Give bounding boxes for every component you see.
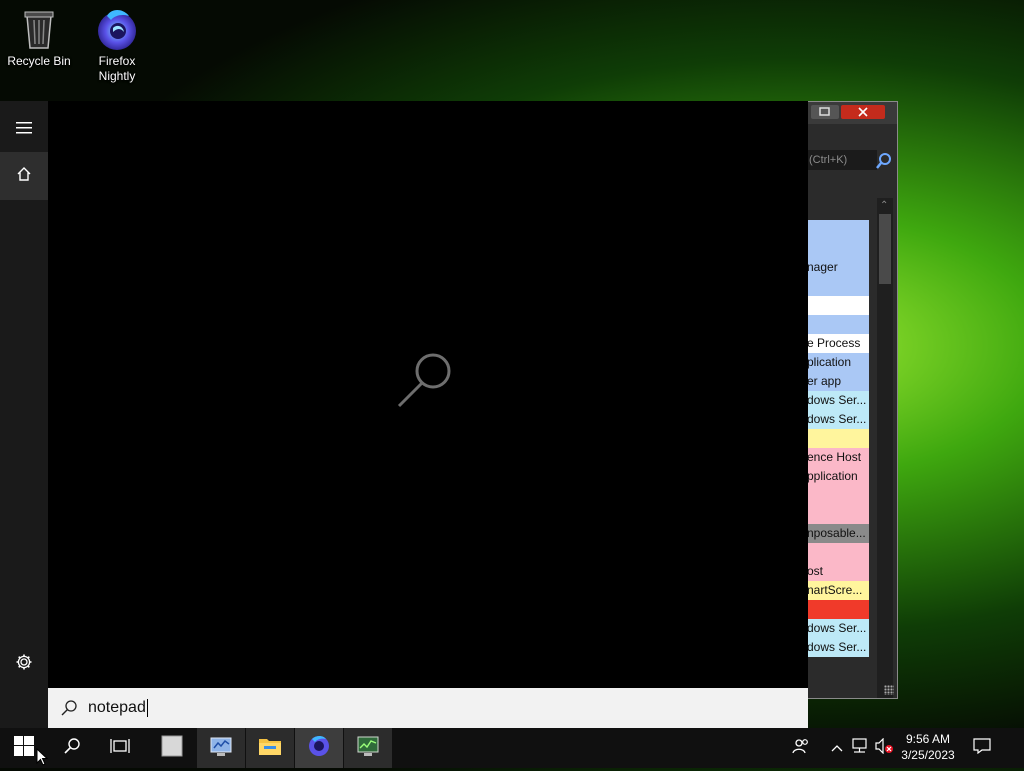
hamburger-menu-icon[interactable]: [0, 104, 48, 152]
start-left-rail: [0, 101, 48, 728]
network-button[interactable]: [848, 728, 872, 768]
task-manager-window[interactable]: (Ctrl+K) nager e Process plication er app do…: [806, 101, 898, 699]
folder-icon: [258, 736, 282, 761]
notification-icon: [973, 737, 991, 759]
performance-monitor-icon: [356, 735, 380, 762]
process-row[interactable]: [807, 543, 869, 562]
scroll-up-arrow-icon[interactable]: ⌃: [880, 200, 888, 211]
search-input[interactable]: notepad: [88, 688, 148, 728]
process-row[interactable]: [807, 429, 869, 448]
task-view-button[interactable]: [96, 728, 144, 768]
desktop-icon-firefox-nightly[interactable]: Firefox Nightly: [81, 6, 153, 84]
desktop-icon-recycle-bin[interactable]: Recycle Bin: [3, 6, 75, 69]
process-row[interactable]: [807, 315, 869, 334]
process-row[interactable]: pplication: [807, 467, 869, 486]
process-row[interactable]: dows Ser...: [807, 391, 869, 410]
windows-logo-icon: [14, 735, 34, 761]
process-row[interactable]: nager: [807, 258, 869, 277]
process-row[interactable]: [807, 239, 869, 258]
taskbar-app-file-explorer[interactable]: [246, 728, 294, 768]
taskbar-app-performance-monitor[interactable]: [344, 728, 392, 768]
search-magnifier-icon: [396, 347, 460, 411]
process-row[interactable]: plication: [807, 353, 869, 372]
taskbar-search-button[interactable]: [48, 728, 96, 768]
close-button[interactable]: [841, 105, 885, 119]
process-row[interactable]: nartScre...: [807, 581, 869, 600]
network-icon: [851, 737, 869, 759]
vertical-scrollbar[interactable]: ⌃ ⌄: [877, 198, 893, 698]
taskbar-app-task-manager[interactable]: [197, 728, 245, 768]
start-search-box[interactable]: notepad: [48, 688, 808, 728]
recycle-bin-icon: [15, 6, 63, 52]
people-icon: [792, 737, 810, 760]
process-row[interactable]: [807, 220, 869, 239]
process-row[interactable]: dows Ser...: [807, 638, 869, 657]
process-row[interactable]: dows Ser...: [807, 619, 869, 638]
start-search-panel: [0, 101, 808, 728]
taskbar-app-firefox-nightly[interactable]: [295, 728, 343, 768]
text-caret: [146, 698, 148, 717]
chevron-up-icon: [831, 739, 843, 757]
process-row[interactable]: dows Ser...: [807, 410, 869, 429]
task-manager-icon: [209, 735, 233, 762]
home-button[interactable]: [0, 152, 48, 200]
taskbar-clock[interactable]: 9:56 AM 3/25/2023: [897, 731, 959, 763]
process-row[interactable]: [807, 505, 869, 524]
people-button[interactable]: [789, 728, 813, 768]
firefox-nightly-label: Firefox Nightly: [98, 54, 136, 83]
maximize-button[interactable]: [811, 105, 839, 119]
process-row[interactable]: er app: [807, 372, 869, 391]
task-view-icon: [110, 737, 130, 760]
process-row[interactable]: [807, 600, 869, 619]
process-row[interactable]: ost: [807, 562, 869, 581]
volume-muted-icon: [874, 737, 894, 759]
process-row[interactable]: e Process: [807, 334, 869, 353]
volume-button[interactable]: [872, 728, 896, 768]
process-row[interactable]: ence Host: [807, 448, 869, 467]
settings-icon: [15, 653, 33, 676]
search-field[interactable]: (Ctrl+K): [807, 150, 877, 170]
firefox-nightly-icon: [307, 734, 331, 763]
resize-grip-icon[interactable]: [884, 685, 894, 695]
recycle-bin-label: Recycle Bin: [7, 54, 71, 68]
settings-button[interactable]: [0, 640, 48, 688]
clock-date: 3/25/2023: [901, 748, 955, 762]
search-icon: [63, 737, 81, 760]
process-row[interactable]: nposable...: [807, 524, 869, 543]
window-titlebar[interactable]: [807, 102, 897, 124]
home-icon: [16, 166, 32, 187]
firefox-nightly-icon: [93, 6, 141, 52]
search-icon: [60, 699, 78, 722]
action-center-button[interactable]: [966, 728, 998, 768]
process-row[interactable]: [807, 486, 869, 505]
taskbar-app-blank[interactable]: [148, 728, 196, 768]
process-row[interactable]: [807, 277, 869, 296]
process-row[interactable]: [807, 296, 869, 315]
process-list[interactable]: nager e Process plication er app dows Ser...…: [807, 220, 869, 657]
taskbar: 9:56 AM 3/25/2023: [0, 728, 1024, 768]
scroll-thumb[interactable]: [879, 214, 891, 284]
search-icon[interactable]: [875, 152, 893, 170]
clock-time: 9:56 AM: [905, 732, 951, 746]
blank-window-icon: [161, 735, 183, 762]
search-input-value: notepad: [88, 699, 146, 716]
show-hidden-icons-button[interactable]: [825, 728, 849, 768]
